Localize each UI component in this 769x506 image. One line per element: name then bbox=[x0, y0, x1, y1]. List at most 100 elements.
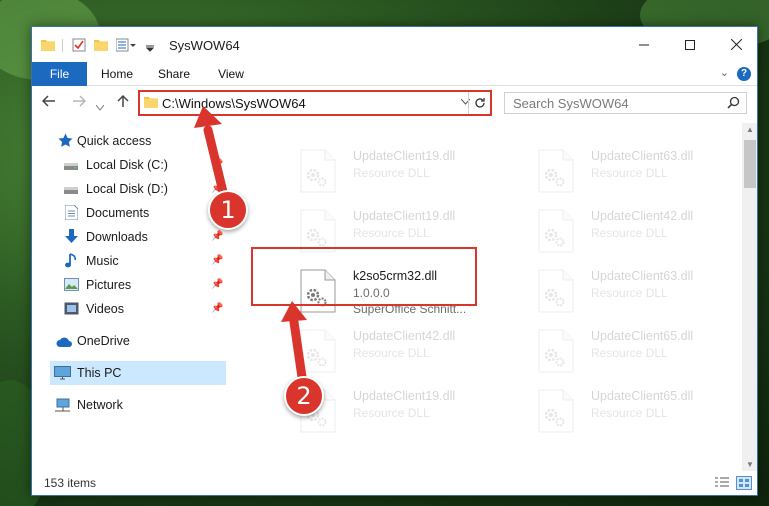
sidebar-item-local-disk-c[interactable]: Local Disk (C:) 📌 bbox=[32, 153, 226, 177]
expand-ribbon-icon[interactable]: ⌄ bbox=[720, 66, 729, 79]
pin-icon: 📌 bbox=[211, 159, 224, 170]
file-item[interactable]: UpdateClient65.dll Resource DLL bbox=[524, 323, 744, 381]
selected-file-highlight bbox=[251, 247, 477, 306]
file-name: UpdateClient42.dll bbox=[591, 209, 694, 223]
address-bar[interactable]: C:\Windows\SysWOW64 bbox=[138, 90, 492, 116]
music-icon bbox=[65, 253, 78, 271]
sidebar-item-label: This PC bbox=[77, 366, 122, 380]
desktop: { "window": { "title": "SysWOW64" }, "ri… bbox=[0, 0, 769, 506]
file-item[interactable]: UpdateClient65.dll Resource DLL bbox=[524, 383, 744, 441]
minimize-button[interactable] bbox=[621, 27, 667, 62]
file-name: UpdateClient19.dll bbox=[353, 389, 456, 403]
file-type: Resource DLL bbox=[353, 406, 430, 420]
sidebar-item-label: Local Disk (D:) bbox=[86, 182, 168, 196]
file-name: UpdateClient63.dll bbox=[591, 269, 694, 283]
maximize-button[interactable] bbox=[667, 27, 713, 62]
onedrive-icon bbox=[56, 336, 73, 350]
sidebar-item-label: Network bbox=[77, 398, 123, 412]
sidebar-item-pictures[interactable]: Pictures 📌 bbox=[32, 273, 226, 297]
recent-locations-chevron-icon[interactable] bbox=[95, 98, 105, 114]
file-item[interactable]: UpdateClient63.dll Resource DLL bbox=[524, 263, 744, 321]
pin-icon: 📌 bbox=[211, 303, 224, 314]
navigation-bar: C:\Windows\SysWOW64 bbox=[32, 86, 757, 119]
details-view-icon[interactable] bbox=[714, 476, 730, 490]
tab-file[interactable]: File bbox=[32, 62, 87, 86]
help-icon[interactable]: ? bbox=[737, 67, 751, 81]
quick-access-dropdown-icon[interactable] bbox=[145, 41, 155, 55]
sidebar-item-videos[interactable]: Videos 📌 bbox=[32, 297, 226, 321]
dll-file-icon bbox=[300, 329, 336, 373]
file-type: Resource DLL bbox=[591, 406, 668, 420]
large-icons-view-icon[interactable] bbox=[736, 476, 752, 490]
dll-file-icon bbox=[538, 209, 574, 253]
sidebar-item-label: Downloads bbox=[86, 230, 148, 244]
tab-view[interactable]: View bbox=[209, 62, 253, 86]
drive-icon bbox=[64, 184, 78, 198]
sidebar-item-label: OneDrive bbox=[77, 334, 130, 348]
network-icon bbox=[54, 398, 71, 415]
refresh-icon[interactable] bbox=[468, 92, 490, 114]
search-input[interactable] bbox=[505, 93, 715, 113]
this-pc-icon bbox=[54, 366, 71, 383]
sidebar-item-music[interactable]: Music 📌 bbox=[32, 249, 226, 273]
sidebar-item-network[interactable]: Network bbox=[32, 393, 226, 417]
tab-home[interactable]: Home bbox=[95, 62, 139, 86]
sidebar-item-label: Pictures bbox=[86, 278, 132, 292]
file-type: Resource DLL bbox=[353, 346, 430, 360]
file-item[interactable]: UpdateClient63.dll Resource DLL bbox=[524, 143, 744, 201]
divider bbox=[62, 39, 63, 52]
file-type: Resource DLL bbox=[353, 166, 430, 180]
vertical-scrollbar[interactable]: ▲ ▼ bbox=[742, 123, 757, 471]
annotation-marker-2: 2 bbox=[284, 376, 324, 416]
back-icon[interactable] bbox=[41, 94, 56, 111]
file-name: UpdateClient63.dll bbox=[591, 149, 694, 163]
search-box[interactable] bbox=[504, 92, 747, 114]
search-icon[interactable] bbox=[727, 96, 740, 112]
file-item[interactable]: UpdateClient42.dll Resource DLL bbox=[524, 203, 744, 261]
customize-toolbar-icon[interactable] bbox=[115, 38, 138, 55]
tab-share[interactable]: Share bbox=[152, 62, 196, 86]
item-count: 153 items bbox=[44, 476, 97, 490]
dll-file-icon bbox=[538, 329, 574, 373]
sidebar-item-label: Documents bbox=[86, 206, 150, 220]
scrollbar-thumb[interactable] bbox=[744, 140, 756, 188]
sidebar-item-this-pc[interactable]: This PC bbox=[50, 361, 226, 385]
address-path: C:\Windows\SysWOW64 bbox=[162, 96, 306, 111]
ribbon-tabs: File Home Share View ⌄ ? bbox=[32, 62, 757, 86]
file-item[interactable]: UpdateClient42.dll Resource DLL bbox=[286, 323, 506, 381]
dll-file-icon bbox=[300, 149, 336, 193]
close-button[interactable] bbox=[713, 27, 757, 62]
videos-icon bbox=[64, 302, 79, 318]
sidebar-item-documents[interactable]: Documents 📌 bbox=[32, 201, 226, 225]
sidebar-item-onedrive[interactable]: OneDrive bbox=[32, 329, 226, 353]
sidebar-item-label: Videos bbox=[86, 302, 124, 316]
file-item[interactable]: UpdateClient19.dll Resource DLL bbox=[286, 143, 506, 201]
pictures-icon bbox=[64, 278, 79, 294]
scroll-up-icon[interactable]: ▲ bbox=[746, 125, 754, 134]
sidebar-item-downloads[interactable]: Downloads 📌 bbox=[32, 225, 226, 249]
file-name: UpdateClient19.dll bbox=[353, 149, 456, 163]
sidebar-item-local-disk-d[interactable]: Local Disk (D:) 📌 bbox=[32, 177, 226, 201]
forward-icon[interactable] bbox=[72, 94, 87, 111]
up-folder-icon[interactable] bbox=[116, 94, 130, 111]
new-folder-icon[interactable] bbox=[94, 38, 108, 55]
star-icon bbox=[58, 133, 73, 151]
window-title: SysWOW64 bbox=[169, 38, 240, 53]
sidebar-item-label: Music bbox=[86, 254, 119, 268]
file-explorer-window: SysWOW64 File Home Share View ⌄ ? C:\Win… bbox=[31, 26, 758, 496]
sidebar-item-quick-access[interactable]: Quick access bbox=[32, 129, 226, 153]
pin-icon: 📌 bbox=[211, 231, 224, 242]
folder-icon bbox=[144, 96, 158, 112]
file-name: UpdateClient42.dll bbox=[353, 329, 456, 343]
pin-icon: 📌 bbox=[211, 279, 224, 290]
title-bar[interactable]: SysWOW64 bbox=[32, 27, 757, 62]
documents-icon bbox=[64, 204, 79, 223]
scroll-down-icon[interactable]: ▼ bbox=[746, 460, 754, 469]
file-type: Resource DLL bbox=[591, 286, 668, 300]
downloads-icon bbox=[64, 229, 79, 247]
dll-file-icon bbox=[538, 389, 574, 433]
file-name: UpdateClient65.dll bbox=[591, 329, 694, 343]
properties-icon[interactable] bbox=[72, 38, 86, 55]
folder-icon bbox=[41, 38, 55, 55]
drive-icon bbox=[64, 160, 78, 174]
